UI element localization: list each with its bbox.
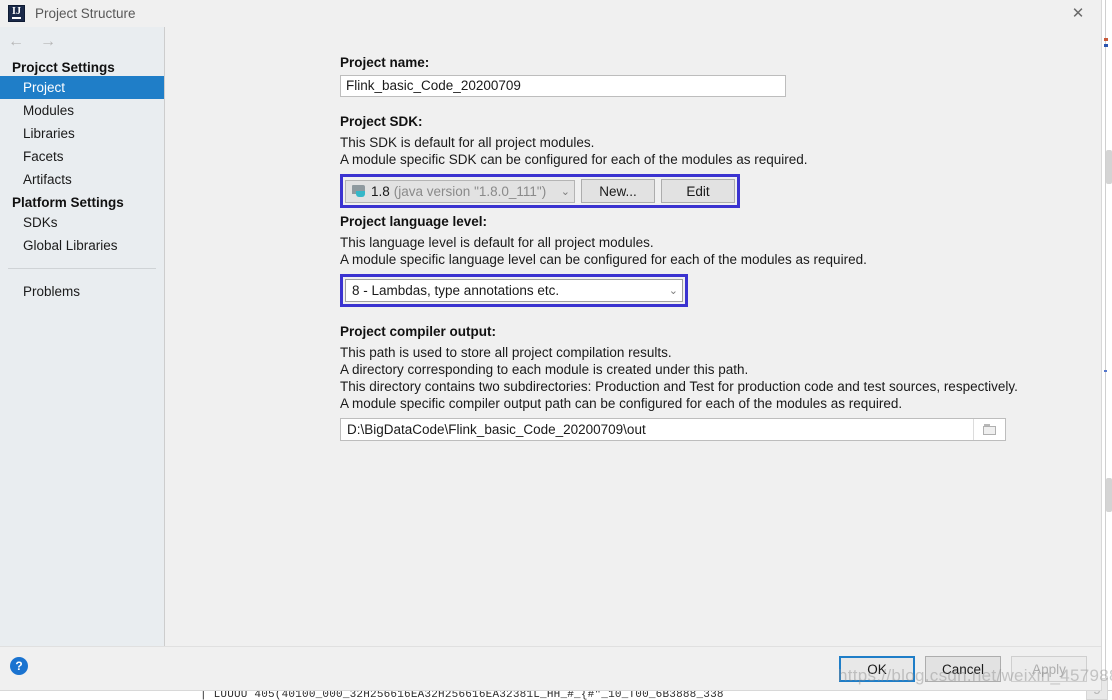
sidebar-navbar: ← → [0, 27, 164, 56]
intellij-idea-icon: IJ [8, 5, 25, 22]
project-sdk-highlight-box: 1.8 (java version "1.8.0_111") ⌄ New... … [340, 174, 740, 208]
sidebar-separator [8, 268, 156, 269]
project-sdk-desc-1: This SDK is default for all project modu… [340, 135, 595, 150]
dialog-titlebar: IJ Project Structure ✕ [0, 0, 1101, 27]
dialog-title: Project Structure [35, 6, 136, 21]
project-name-section: Project name: Flink_basic_Code_20200709 [340, 55, 1101, 97]
back-arrow-icon[interactable]: ← [8, 33, 24, 50]
project-sdk-version: 1.8 [371, 183, 390, 199]
sidebar-item-global-libraries[interactable]: Global Libraries [0, 234, 164, 257]
language-level-desc-2: A module specific language level can be … [340, 252, 867, 267]
sidebar-item-problems[interactable]: Problems [0, 280, 164, 303]
project-sdk-detail: (java version "1.8.0_111") [393, 183, 547, 199]
sdk-new-button[interactable]: New... [581, 179, 655, 203]
cancel-button[interactable]: Cancel [925, 656, 1001, 682]
project-sdk-desc-2: A module specific SDK can be configured … [340, 152, 808, 167]
language-level-dropdown[interactable]: 8 - Lambdas, type annotations etc. ⌄ [345, 279, 683, 302]
sidebar-group-project-settings: Projcct Settings [12, 60, 115, 75]
close-icon[interactable]: ✕ [1055, 0, 1101, 27]
help-icon[interactable]: ? [10, 657, 28, 675]
compiler-output-desc-3: This directory contains two subdirectori… [340, 379, 1018, 394]
compiler-output-field[interactable]: D:\BigDataCode\Flink_basic_Code_20200709… [340, 418, 1006, 441]
project-structure-dialog: IJ Project Structure ✕ ← → Projcct Setti… [0, 0, 1102, 691]
language-level-highlight-box: 8 - Lambdas, type annotations etc. ⌄ [340, 274, 688, 307]
editor-error-marker [1104, 38, 1108, 41]
compiler-output-value: D:\BigDataCode\Flink_basic_Code_20200709… [347, 422, 646, 437]
dialog-body: ← → Projcct Settings Project Modules Lib… [0, 27, 1101, 646]
editor-scroll-marker-top[interactable] [1106, 150, 1112, 184]
project-settings-pane: Project name: Flink_basic_Code_20200709 … [165, 27, 1101, 646]
apply-button: Apply [1011, 656, 1087, 682]
jdk-folder-icon [352, 184, 367, 198]
settings-sidebar: ← → Projcct Settings Project Modules Lib… [0, 27, 165, 646]
editor-scroll-marker-bottom[interactable] [1106, 478, 1112, 512]
editor-right-rule [1105, 0, 1106, 700]
compiler-output-desc-1: This path is used to store all project c… [340, 345, 672, 360]
sidebar-group-platform-settings: Platform Settings [12, 195, 124, 210]
sidebar-item-facets[interactable]: Facets [0, 145, 164, 168]
footer-button-group: OK Cancel Apply [839, 656, 1087, 682]
chevron-down-icon: ⌄ [668, 285, 678, 297]
sdk-edit-button[interactable]: Edit [661, 179, 735, 203]
ok-button[interactable]: OK [839, 656, 915, 682]
compiler-output-section: Project compiler output: This path is us… [340, 324, 1101, 441]
project-name-label: Project name: [340, 55, 430, 70]
language-level-value: 8 - Lambdas, type annotations etc. [352, 283, 560, 298]
dialog-footer: ? OK Cancel Apply [0, 646, 1101, 690]
compiler-output-desc-2: A directory corresponding to each module… [340, 362, 749, 377]
sidebar-item-modules[interactable]: Modules [0, 99, 164, 122]
project-name-input[interactable]: Flink_basic_Code_20200709 [340, 75, 786, 97]
language-level-label: Project language level: [340, 214, 488, 229]
sidebar-item-artifacts[interactable]: Artifacts [0, 168, 164, 191]
project-sdk-section: Project SDK: This SDK is default for all… [340, 114, 1101, 208]
sidebar-item-project[interactable]: Project [0, 76, 164, 99]
language-level-section: Project language level: This language le… [340, 214, 1101, 307]
compiler-output-label: Project compiler output: [340, 324, 497, 339]
project-sdk-row: 1.8 (java version "1.8.0_111") ⌄ New... … [345, 179, 735, 203]
screen: | LUUUU 405(40100_000_32H256616EA32H2566… [0, 0, 1112, 700]
project-sdk-dropdown[interactable]: 1.8 (java version "1.8.0_111") ⌄ [345, 179, 575, 203]
language-level-desc-1: This language level is default for all p… [340, 235, 654, 250]
sidebar-item-sdks[interactable]: SDKs [0, 211, 164, 234]
editor-info-marker [1104, 44, 1108, 47]
chevron-down-icon: ⌄ [560, 185, 570, 198]
compiler-output-desc-4: A module specific compiler output path c… [340, 396, 903, 411]
editor-info-marker-2 [1104, 370, 1107, 372]
project-sdk-label: Project SDK: [340, 114, 423, 129]
forward-arrow-icon[interactable]: → [40, 33, 56, 50]
folder-browse-icon[interactable] [973, 419, 1005, 440]
sidebar-item-libraries[interactable]: Libraries [0, 122, 164, 145]
